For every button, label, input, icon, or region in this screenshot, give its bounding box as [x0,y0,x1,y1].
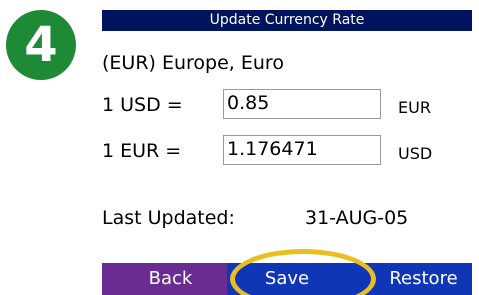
eur-rate-label: 1 EUR = [102,140,182,162]
last-updated-label: Last Updated: [102,207,235,229]
screen-title: Update Currency Rate [102,10,472,31]
save-button[interactable]: Save [227,263,347,295]
currency-name: (EUR) Europe, Euro [102,52,284,74]
eur-rate-input[interactable]: 1.176471 [223,135,381,165]
usd-rate-unit: EUR [398,98,431,117]
device-screen: Update Currency Rate (EUR) Europe, Euro … [102,10,472,295]
usd-rate-input[interactable]: 0.85 [223,89,381,119]
usd-rate-label: 1 USD = [102,94,183,116]
back-button-label: Back [148,268,193,289]
restore-button-label: Restore [389,268,458,289]
page: 4 Update Currency Rate (EUR) Europe, Eur… [0,0,479,295]
eur-rate-unit: USD [398,144,433,163]
step-number-badge: 4 [6,10,76,80]
last-updated-value: 31-AUG-05 [305,207,409,229]
save-button-label: Save [264,268,310,289]
back-button[interactable]: Back [102,263,227,295]
restore-button[interactable]: Restore [347,263,472,295]
